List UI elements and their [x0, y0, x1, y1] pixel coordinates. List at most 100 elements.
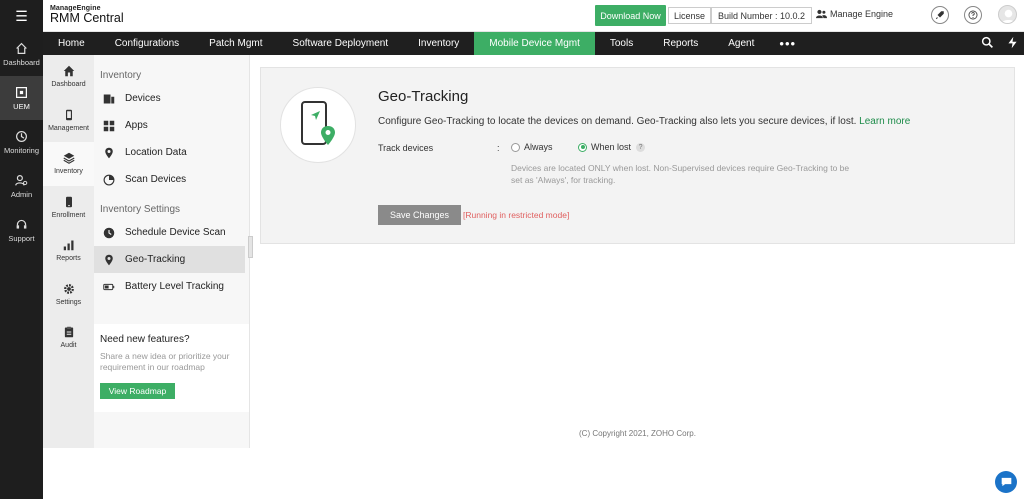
submenu-label: Geo-Tracking: [125, 254, 186, 265]
scan-icon: [103, 174, 115, 185]
support-icon: [16, 219, 27, 229]
quick-actions-icon[interactable]: [1006, 36, 1019, 49]
rail-item-label: Monitoring: [3, 145, 40, 155]
field-separator: :: [497, 143, 500, 153]
radio-label: When lost: [591, 142, 632, 152]
submenu-label: Location Data: [125, 147, 187, 158]
module-label: Reports: [56, 255, 81, 263]
rail-item-label: Support: [8, 233, 35, 243]
view-roadmap-button[interactable]: View Roadmap: [100, 383, 175, 399]
rocket-icon: [935, 11, 944, 20]
tab-inventory[interactable]: Inventory: [403, 32, 474, 55]
account-label: Manage Engine: [830, 9, 894, 19]
account-menu[interactable]: Manage Engine: [816, 9, 893, 19]
radio-always[interactable]: Always: [511, 142, 553, 152]
description-text: Configure Geo-Tracking to locate the dev…: [378, 116, 857, 127]
whats-new-button[interactable]: [931, 6, 949, 24]
module-sidebar: Dashboard Management Inventory Enrollmen…: [43, 55, 94, 448]
tab-mobile-device-mgmt[interactable]: Mobile Device Mgmt: [474, 32, 595, 55]
tab-reports[interactable]: Reports: [648, 32, 713, 55]
submenu-group-inventory: Inventory: [100, 69, 142, 81]
rail-item-label: Dashboard: [3, 57, 40, 67]
rail-item-uem[interactable]: UEM: [0, 76, 43, 120]
home-icon: [16, 42, 27, 54]
submenu-label: Apps: [125, 120, 148, 131]
radio-circle[interactable]: [511, 142, 520, 152]
submenu-item-devices[interactable]: Devices: [94, 85, 245, 112]
module-management[interactable]: Management: [43, 99, 94, 143]
users-icon: [816, 9, 827, 19]
apps-grid-icon: [103, 120, 115, 131]
brand-logo[interactable]: ManageEngine RMM Central: [50, 5, 124, 25]
module-label: Settings: [55, 298, 82, 306]
module-enrollment[interactable]: Enrollment: [43, 186, 94, 230]
restricted-mode-notice: [Running in restricted mode]: [463, 210, 570, 220]
rail-item-dashboard[interactable]: Dashboard: [0, 32, 43, 76]
rail-item-label: Admin: [10, 189, 33, 199]
submenu-label: Scan Devices: [125, 174, 187, 185]
admin-icon: [15, 174, 28, 186]
home-icon: [63, 66, 74, 77]
more-tabs-button[interactable]: •••: [769, 36, 806, 51]
chat-button[interactable]: [995, 471, 1017, 493]
submenu-sidebar: Inventory Devices Apps Location Data Sca…: [94, 55, 250, 448]
user-avatar[interactable]: [998, 5, 1017, 24]
submenu-group-inventory-settings: Inventory Settings: [100, 203, 181, 215]
download-now-button[interactable]: Download Now: [595, 5, 666, 26]
page-title: Geo-Tracking: [378, 88, 469, 105]
tab-home[interactable]: Home: [43, 32, 100, 55]
rail-item-support[interactable]: Support: [0, 208, 43, 252]
tab-agent[interactable]: Agent: [713, 32, 769, 55]
brand-product: RMM Central: [50, 11, 124, 25]
copyright-text: (C) Copyright 2021, ZOHO Corp.: [579, 429, 696, 438]
mobile-icon: [65, 109, 72, 120]
submenu-item-apps[interactable]: Apps: [94, 112, 245, 139]
help-tooltip-icon[interactable]: ?: [636, 142, 646, 152]
submenu-item-geo-tracking[interactable]: Geo-Tracking: [94, 246, 245, 273]
module-reports[interactable]: Reports: [43, 229, 94, 273]
battery-icon: [103, 283, 115, 290]
save-changes-button[interactable]: Save Changes: [378, 205, 461, 225]
feature-request-box: Need new features? Share a new idea or p…: [94, 324, 249, 412]
tab-software-deployment[interactable]: Software Deployment: [278, 32, 404, 55]
module-audit[interactable]: Audit: [43, 316, 94, 360]
tab-patch-mgmt[interactable]: Patch Mgmt: [194, 32, 277, 55]
menu-icon[interactable]: ☰: [0, 0, 43, 32]
module-dashboard[interactable]: Dashboard: [43, 55, 94, 99]
module-label: Enrollment: [51, 211, 86, 219]
module-inventory[interactable]: Inventory: [43, 142, 94, 186]
sidebar-resize-handle[interactable]: [248, 236, 253, 258]
uem-icon: [16, 86, 27, 98]
tab-configurations[interactable]: Configurations: [100, 32, 194, 55]
submenu-item-location-data[interactable]: Location Data: [94, 139, 245, 166]
search-icon[interactable]: [981, 36, 994, 49]
radio-when-lost[interactable]: When lost ?: [578, 142, 646, 152]
module-settings[interactable]: Settings: [43, 273, 94, 317]
learn-more-link[interactable]: Learn more: [859, 116, 910, 127]
module-label: Audit: [60, 342, 77, 350]
feature-request-description: Share a new idea or prioritize your requ…: [100, 351, 230, 372]
rail-item-admin[interactable]: Admin: [0, 164, 43, 208]
gear-icon: [63, 283, 74, 294]
geo-pin-icon: [105, 254, 113, 265]
chat-icon: [1001, 477, 1011, 487]
submenu-label: Schedule Device Scan: [125, 227, 226, 238]
submenu-item-scan-devices[interactable]: Scan Devices: [94, 166, 245, 193]
submenu-item-battery-level-tracking[interactable]: Battery Level Tracking: [94, 273, 245, 300]
tab-tools[interactable]: Tools: [595, 32, 648, 55]
license-button[interactable]: License: [668, 7, 712, 24]
build-number: Build Number : 10.0.2: [711, 7, 812, 24]
page-description: Configure Geo-Tracking to locate the dev…: [378, 116, 910, 127]
clipboard-icon: [64, 327, 73, 338]
monitor-icon: [16, 130, 27, 142]
rail-item-monitoring[interactable]: Monitoring: [0, 120, 43, 164]
help-button[interactable]: [964, 6, 982, 24]
user-avatar-icon: [1001, 9, 1016, 23]
submenu-item-schedule-device-scan[interactable]: Schedule Device Scan: [94, 219, 245, 246]
track-devices-label: Track devices: [378, 143, 434, 153]
devices-icon: [103, 94, 115, 103]
bar-chart-icon: [63, 240, 73, 251]
main-nav: Home Configurations Patch Mgmt Software …: [43, 32, 1024, 55]
help-icon: [968, 10, 978, 20]
radio-circle-selected[interactable]: [578, 142, 587, 152]
